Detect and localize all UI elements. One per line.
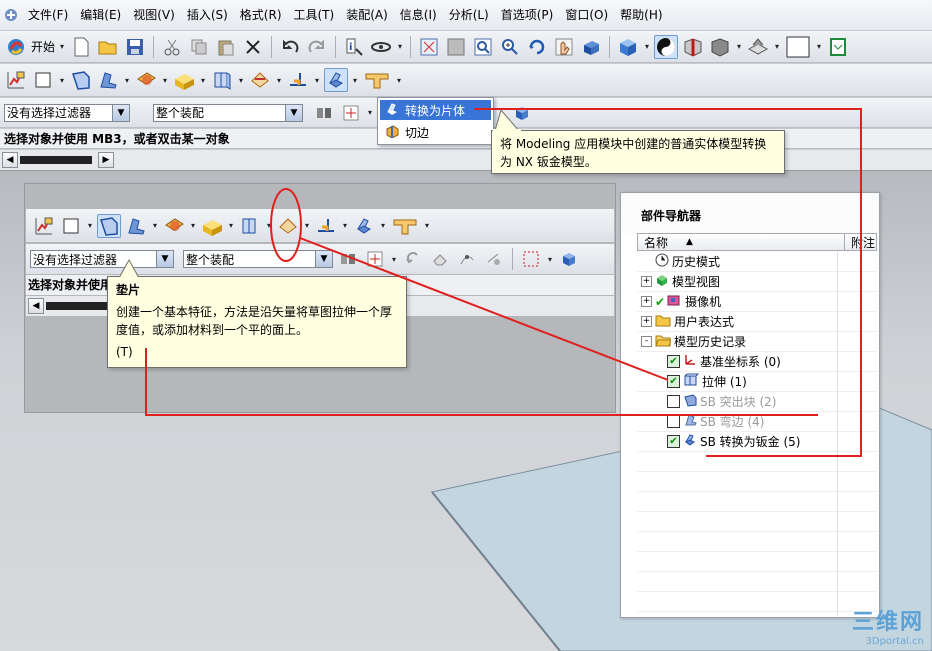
annotation-overlay: [145, 108, 862, 457]
annotation-line-bracket: [145, 348, 818, 416]
annotation-line-pad: [299, 237, 669, 381]
annotation-line-convert: [474, 108, 862, 457]
watermark-subtitle: 3Dportal.cn: [865, 636, 924, 647]
watermark: 三维网 3Dportal.cn: [852, 604, 924, 647]
annotation-ellipse: [270, 188, 302, 262]
watermark-title: 三维网: [851, 610, 924, 635]
